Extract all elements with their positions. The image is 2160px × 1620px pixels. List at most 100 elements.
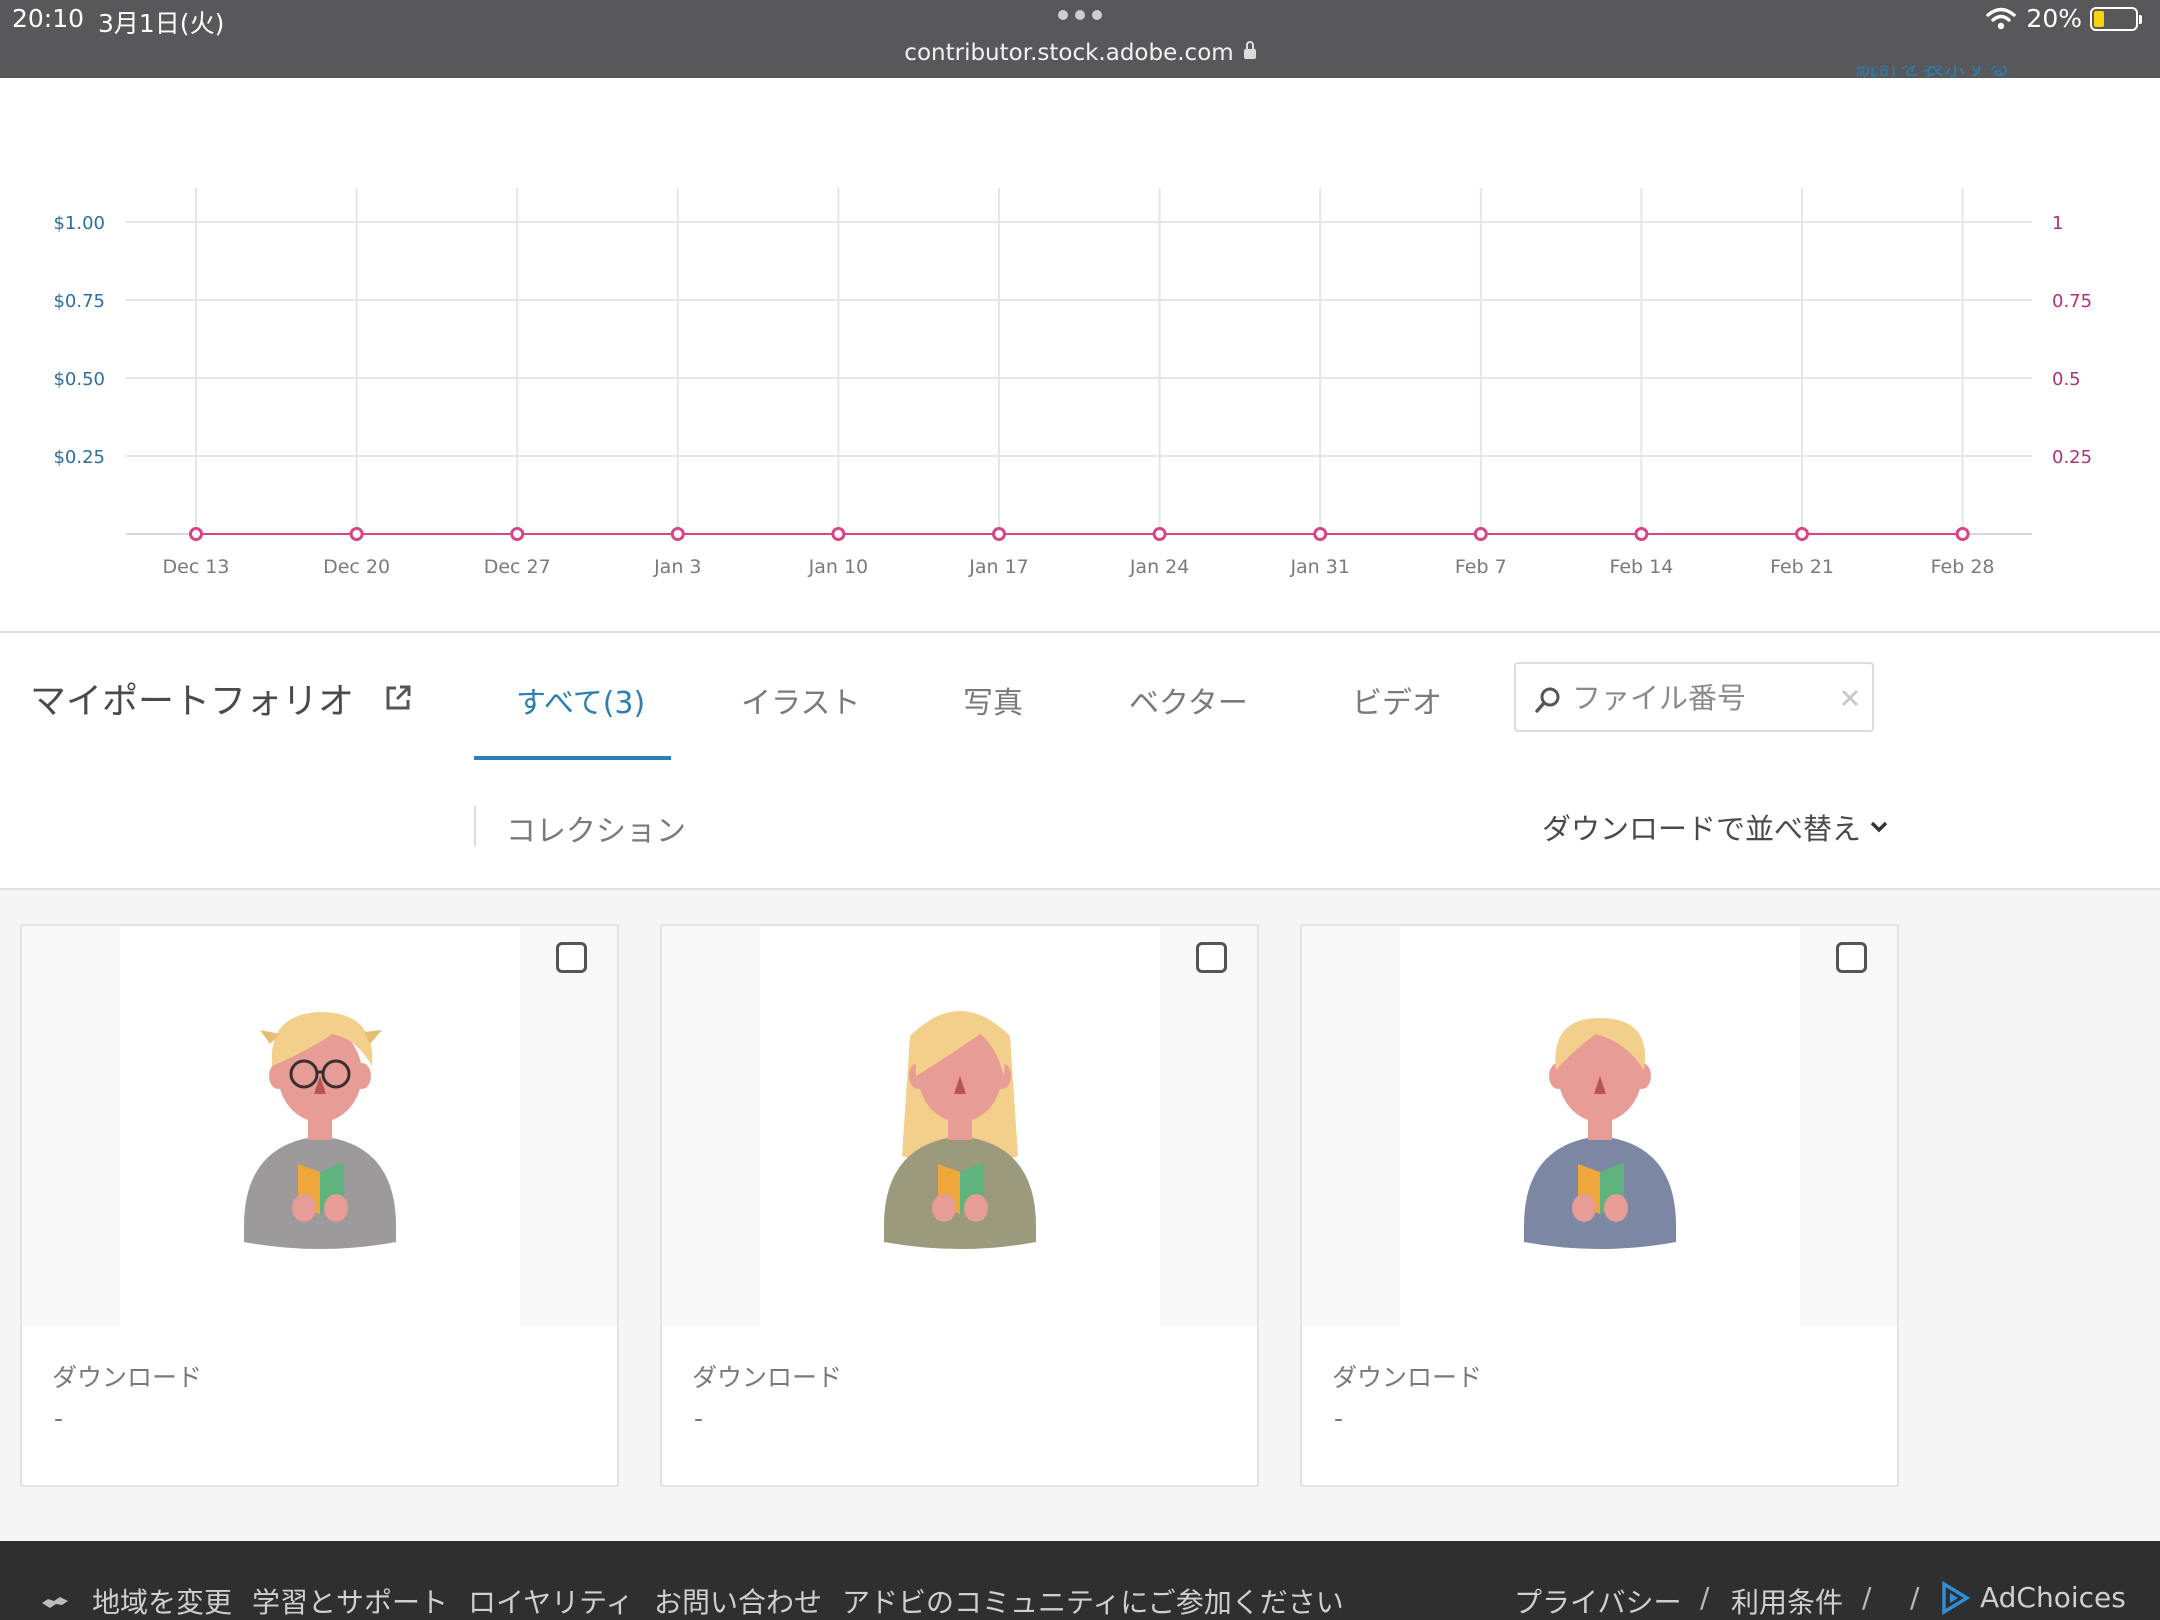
sort-label: ダウンロードで並べ替え <box>1542 812 1862 846</box>
x-tick-label: Jan 31 <box>1289 556 1350 578</box>
lock-icon <box>1243 41 1256 59</box>
tab-video[interactable]: ビデオ <box>1352 678 1442 722</box>
x-tick-label: Jan 3 <box>653 556 701 578</box>
multitasking-dots-icon[interactable] <box>1058 10 1102 20</box>
data-point <box>189 527 203 541</box>
earnings-chart: $0.25 $0.50 $0.75 $1.00 0.25 0.5 0.75 1 Dec 13 De… <box>0 150 2160 590</box>
data-point <box>1795 527 1809 541</box>
footer-link-learn-support[interactable]: 学習とサポート <box>252 1581 448 1620</box>
downloads-label: ダウンロード <box>52 1363 203 1392</box>
footer-separator: / <box>1700 1581 1710 1614</box>
asset-thumbnail[interactable] <box>662 926 1257 1326</box>
footer-link-region[interactable]: 地域を変更 <box>92 1581 232 1620</box>
collection-link[interactable]: コレクション <box>506 806 686 850</box>
adchoices-icon[interactable] <box>1940 1581 1970 1615</box>
y-left-tick-label: $0.25 <box>53 447 105 468</box>
select-checkbox[interactable] <box>556 942 587 973</box>
data-point <box>1634 527 1649 541</box>
footer-link-royalty[interactable]: ロイヤリティ <box>468 1581 633 1620</box>
wifi-icon <box>1986 7 2017 29</box>
y-right-tick-label: 0.25 <box>2052 447 2092 468</box>
x-tick-label: Feb 7 <box>1455 556 1507 578</box>
portfolio-gallery: ダウンロード - ダウンロード - ダウンロード - <box>0 888 2160 1541</box>
y-left-tick-label: $1.00 <box>53 213 105 234</box>
hand <box>964 1194 988 1222</box>
downloads-value: - <box>54 1404 64 1433</box>
data-point <box>831 527 846 541</box>
active-tab-indicator <box>474 756 671 760</box>
x-tick-label: Dec 27 <box>484 556 551 578</box>
sort-dropdown[interactable]: ダウンロードで並べ替え <box>1542 806 1889 848</box>
status-time: 20:10 <box>12 4 85 33</box>
data-point <box>670 527 685 541</box>
file-number-search <box>1514 662 1874 732</box>
data-point <box>1313 527 1328 541</box>
x-tick-label: Feb 14 <box>1609 556 1673 578</box>
footer-link-community[interactable]: アドビのコミュニティにご参加ください <box>842 1581 1344 1620</box>
hand <box>292 1194 316 1222</box>
data-point <box>1473 527 1488 541</box>
x-tick-label: Jan 10 <box>808 556 869 578</box>
x-tick-label: Jan 24 <box>1129 556 1190 578</box>
battery-percent: 20% <box>2026 4 2082 33</box>
data-point <box>992 527 1006 541</box>
chart-svg: $0.25 $0.50 $0.75 $1.00 0.25 0.5 0.75 1 Dec 13 De… <box>53 188 2092 578</box>
status-date: 3月1日(火) <box>98 9 225 38</box>
external-link-icon[interactable] <box>384 684 412 712</box>
portfolio-title: マイポートフォリオ <box>30 681 355 722</box>
asset-card[interactable]: ダウンロード - <box>660 924 1259 1487</box>
downloads-label: ダウンロード <box>1332 1363 1483 1392</box>
data-point <box>1152 527 1167 541</box>
footer-link-contact[interactable]: お問い合わせ <box>654 1581 822 1620</box>
address-bar[interactable]: contributor.stock.adobe.com <box>0 40 2160 66</box>
y-right-tick-label: 0.75 <box>2052 291 2092 312</box>
y-right-tick-label: 0.5 <box>2052 369 2081 390</box>
asset-thumbnail[interactable] <box>22 926 617 1326</box>
x-tick-label: Dec 20 <box>323 556 390 578</box>
search-input[interactable] <box>1572 676 1822 720</box>
downloads-label: ダウンロード <box>692 1363 843 1392</box>
x-tick-label: Feb 21 <box>1770 556 1834 578</box>
data-point <box>510 527 525 541</box>
status-bar: 20:10 3月1日(火) contributor.stock.adobe.co… <box>0 0 2160 78</box>
y-left-tick-label: $0.75 <box>53 291 105 312</box>
person-reading-illustration <box>1524 1018 1676 1249</box>
footer-link-privacy[interactable]: プライバシー <box>1514 1581 1681 1620</box>
downloads-value: - <box>1334 1404 1344 1433</box>
footer-link-terms[interactable]: 利用条件 <box>1731 1581 1843 1620</box>
tab-illustration[interactable]: イラスト <box>741 678 860 722</box>
x-tick-label: Dec 13 <box>163 556 230 578</box>
clear-icon[interactable] <box>1838 686 1862 710</box>
url-text: contributor.stock.adobe.com <box>904 40 1234 66</box>
select-checkbox[interactable] <box>1196 942 1227 973</box>
footer-link-adchoices[interactable]: AdChoices <box>1980 1581 2126 1614</box>
tab-all[interactable]: すべて(3) <box>516 678 645 722</box>
hand <box>324 1194 348 1222</box>
view-stats-link[interactable]: 統計を表示する <box>1856 66 2010 90</box>
y-right-tick-label: 1 <box>2052 213 2063 234</box>
data-point <box>1955 527 1970 541</box>
globe-icon[interactable] <box>40 1593 70 1611</box>
hand <box>1604 1194 1628 1222</box>
person-reading-illustration <box>884 1011 1036 1249</box>
collection-divider <box>474 806 476 846</box>
asset-card[interactable]: ダウンロード - <box>20 924 619 1487</box>
select-checkbox[interactable] <box>1836 942 1867 973</box>
section-divider <box>0 631 2160 633</box>
chevron-down-icon <box>1870 821 1888 833</box>
y-left-tick-label: $0.50 <box>53 369 105 390</box>
tab-photo[interactable]: 写真 <box>963 678 1023 722</box>
x-tick-label: Jan 17 <box>968 556 1029 578</box>
footer-separator: / <box>1910 1581 1920 1614</box>
search-icon <box>1535 687 1560 713</box>
footer-separator: / <box>1862 1581 1872 1614</box>
x-tick-label: Feb 28 <box>1931 556 1995 578</box>
asset-thumbnail[interactable] <box>1302 926 1897 1326</box>
status-indicators: 20% <box>1986 4 2142 33</box>
asset-card[interactable]: ダウンロード - <box>1300 924 1899 1487</box>
hand <box>1572 1194 1596 1222</box>
data-point <box>349 527 364 541</box>
downloads-value: - <box>694 1404 704 1433</box>
person-reading-illustration <box>244 1012 396 1249</box>
tab-vector[interactable]: ベクター <box>1129 678 1248 722</box>
